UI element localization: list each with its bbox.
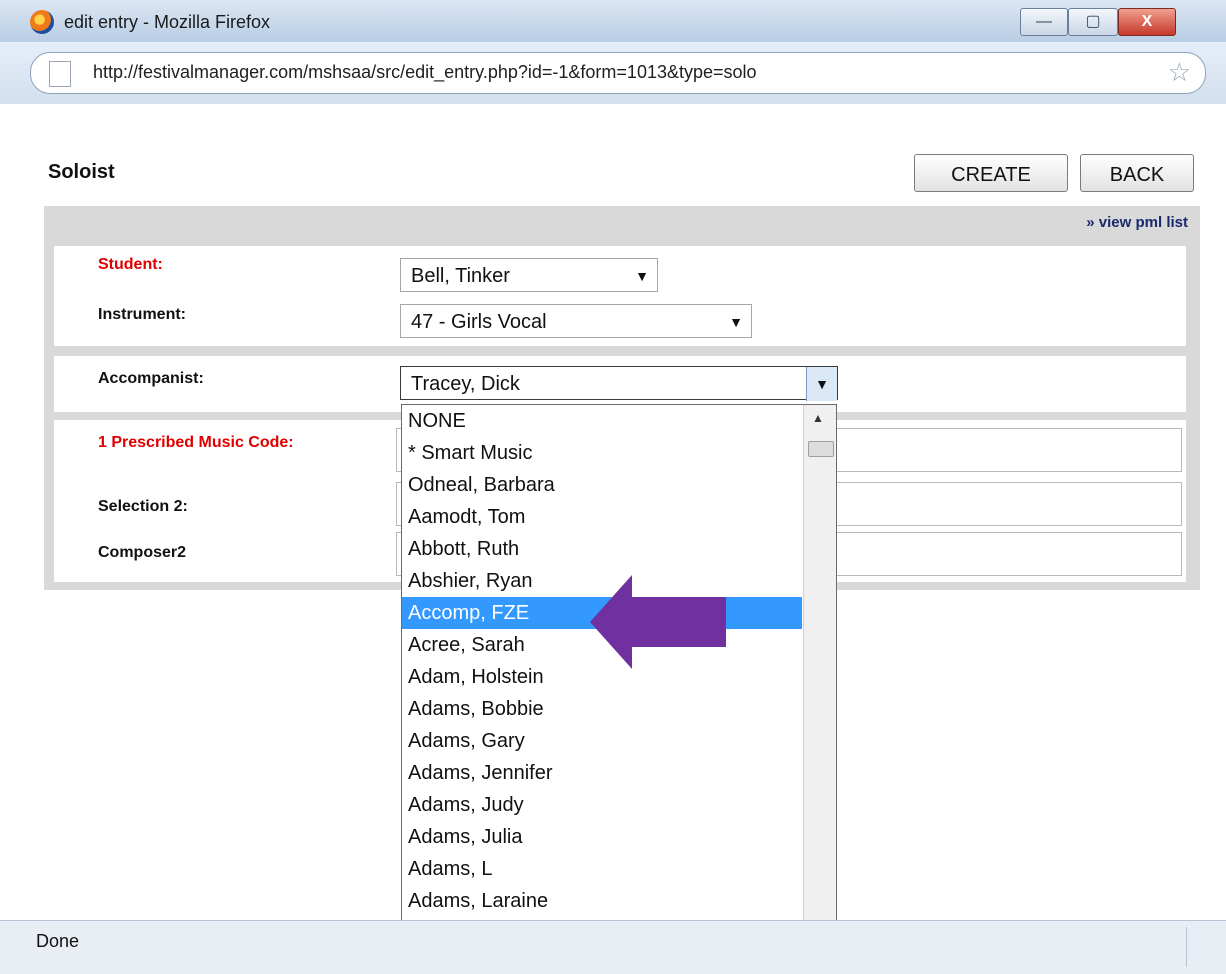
student-section: Student: Bell, Tinker ▼ Instrument: 47 -…	[54, 246, 1186, 346]
create-button[interactable]: CREATE	[914, 154, 1068, 192]
dropdown-option[interactable]: * Smart Music	[402, 437, 802, 469]
back-button[interactable]: BACK	[1080, 154, 1194, 192]
dropdown-option[interactable]: Adams, Bobbie	[402, 693, 802, 725]
student-label: Student:	[98, 256, 163, 273]
dropdown-option[interactable]: Abbott, Ruth	[402, 533, 802, 565]
dropdown-option[interactable]: Adams, Judy	[402, 789, 802, 821]
close-button[interactable]: X	[1118, 8, 1176, 36]
browser-window: edit entry - Mozilla Firefox — ▢ X http:…	[0, 0, 1226, 974]
scroll-thumb[interactable]	[808, 441, 834, 457]
accompanist-select[interactable]: Tracey, Dick ▼	[400, 366, 838, 401]
minimize-button[interactable]: —	[1020, 8, 1068, 36]
page-icon	[49, 61, 71, 87]
status-bar: Done	[0, 920, 1226, 974]
title-bar: edit entry - Mozilla Firefox — ▢ X	[0, 0, 1226, 43]
selection-2-label: Selection 2:	[98, 498, 188, 515]
dropdown-option[interactable]: Adams, Laraine	[402, 885, 802, 917]
accompanist-label: Accompanist:	[98, 370, 204, 387]
prescribed-code-label: 1 Prescribed Music Code:	[98, 434, 294, 451]
status-text: Done	[36, 931, 80, 951]
instrument-select-value: 47 - Girls Vocal	[411, 311, 547, 333]
dropdown-option[interactable]: Adams, L	[402, 853, 802, 885]
dropdown-option[interactable]: NONE	[402, 405, 802, 437]
accompanist-dropdown-list[interactable]: NONE * Smart Music Odneal, Barbara Aamodt, …	[401, 404, 837, 973]
chevron-down-icon: ▼	[729, 314, 743, 330]
annotation-arrow-icon	[590, 575, 726, 669]
instrument-select[interactable]: 47 - Girls Vocal ▼	[400, 304, 752, 338]
maximize-button[interactable]: ▢	[1068, 8, 1118, 36]
url-field[interactable]: http://festivalmanager.com/mshsaa/src/ed…	[30, 52, 1206, 94]
view-pml-list-link[interactable]: » view pml list	[1086, 214, 1188, 231]
instrument-label: Instrument:	[98, 306, 186, 323]
window-title: edit entry - Mozilla Firefox	[64, 12, 271, 32]
firefox-logo-icon	[30, 10, 54, 34]
status-divider	[1186, 927, 1187, 967]
dropdown-option[interactable]: Adams, Gary	[402, 725, 802, 757]
dropdown-options: NONE * Smart Music Odneal, Barbara Aamodt, …	[402, 405, 802, 972]
accompanist-select-value: Tracey, Dick	[411, 373, 520, 395]
dropdown-option[interactable]: Adams, Jennifer	[402, 757, 802, 789]
address-bar: http://festivalmanager.com/mshsaa/src/ed…	[0, 42, 1226, 104]
dropdown-option[interactable]: Aamodt, Tom	[402, 501, 802, 533]
dropdown-option[interactable]: Adams, Julia	[402, 821, 802, 853]
bookmark-star-icon[interactable]: ☆	[1168, 57, 1191, 88]
dropdown-option[interactable]: Odneal, Barbara	[402, 469, 802, 501]
student-select-value: Bell, Tinker	[411, 265, 510, 287]
page-title: Soloist	[48, 161, 115, 183]
chevron-down-icon: ▼	[806, 367, 837, 401]
composer-2-label: Composer2	[98, 544, 187, 561]
student-select[interactable]: Bell, Tinker ▼	[400, 258, 658, 292]
url-text: http://festivalmanager.com/mshsaa/src/ed…	[93, 62, 757, 82]
dropdown-scrollbar[interactable]: ▲	[803, 405, 836, 972]
chevron-down-icon: ▼	[635, 268, 649, 284]
scroll-up-icon[interactable]: ▲	[812, 411, 824, 425]
